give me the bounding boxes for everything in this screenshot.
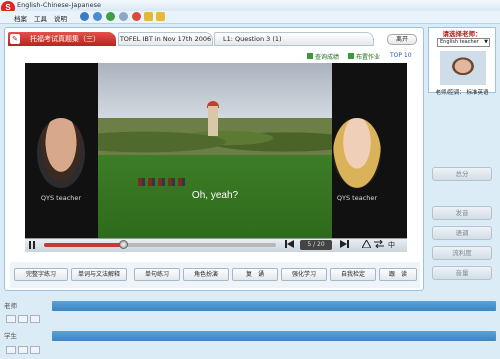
self-test-button[interactable]: 自我检定	[330, 268, 376, 281]
volume-button[interactable]: 音量	[432, 266, 492, 280]
teacher-row-label: 老师	[4, 302, 17, 310]
read-along-button[interactable]: 跟 读	[379, 268, 417, 281]
assignment-icon	[348, 53, 354, 59]
student-record-icon[interactable]	[6, 346, 16, 354]
query-score-link[interactable]: 查询成绩	[307, 52, 339, 61]
grades-icon	[307, 53, 313, 59]
refresh-icon[interactable]	[106, 12, 115, 21]
total-score-button[interactable]: 总分	[432, 167, 492, 181]
stop-icon[interactable]	[119, 12, 128, 21]
left-speaker-label: QYS teacher	[40, 194, 82, 202]
teacher-play-icon[interactable]	[6, 315, 16, 323]
pause-icon[interactable]	[28, 241, 36, 249]
tab-book[interactable]: 托福考试真题集（三）	[8, 32, 116, 46]
query-score-label: 查询成绩	[315, 54, 340, 61]
progress-fill	[44, 243, 123, 247]
role-play-button[interactable]: 角色扮演	[183, 268, 229, 281]
teacher-select[interactable]: English teacher ▼	[437, 38, 490, 47]
sentence-practice-button[interactable]: 单句练习	[134, 268, 180, 281]
student-stop-icon[interactable]	[18, 346, 28, 354]
segment-counter: 5 / 20	[300, 240, 332, 250]
prev-icon[interactable]	[285, 240, 294, 250]
book-icon: ✎	[10, 34, 20, 44]
menu-tools[interactable]: 工具	[34, 13, 47, 23]
video-frame	[98, 63, 332, 238]
menu-help[interactable]: 说明	[54, 13, 67, 23]
female-speaker-avatar	[333, 118, 381, 188]
teacher-caption: 老师/腔调： 标准英语	[435, 90, 489, 96]
window-title: English-Chinese-Japanese	[17, 1, 102, 9]
full-text-practice-button[interactable]: 完整字练习	[14, 268, 68, 281]
home-icon[interactable]	[93, 12, 102, 21]
student-play-icon[interactable]	[30, 346, 40, 354]
top10-link[interactable]: TOP 10	[390, 52, 412, 59]
teacher-waveform-bar	[52, 301, 496, 311]
right-speaker-label: QYS teacher	[336, 194, 378, 202]
repeat-button[interactable]: 复 诵	[232, 268, 278, 281]
folder-icon[interactable]	[144, 12, 153, 21]
teacher-pause-icon[interactable]	[18, 315, 28, 323]
tab-question[interactable]: L1: Question 3 (1)	[214, 32, 374, 46]
assignment-link[interactable]: 布置作业	[348, 52, 380, 61]
intonation-button[interactable]: 语调	[432, 226, 492, 240]
progress-knob[interactable]	[118, 240, 128, 249]
video-subtitle: Oh, yeah?	[191, 190, 239, 201]
teacher-panel-title: 请选择老师：	[442, 30, 482, 38]
favorite-icon[interactable]	[156, 12, 165, 21]
tab-test[interactable]: TOFEL IBT in Nov 17th 2006	[118, 32, 213, 46]
swap-icon[interactable]	[374, 239, 384, 250]
pronunciation-button[interactable]: 发音	[432, 206, 492, 220]
menu-bar	[0, 11, 500, 24]
font-size-icon[interactable]	[361, 238, 372, 250]
student-waveform-bar	[52, 331, 496, 341]
chinese-toggle-icon[interactable]: 中	[388, 240, 395, 250]
assignment-label: 布置作业	[356, 54, 381, 61]
chevron-down-icon: ▼	[484, 39, 488, 45]
leave-button[interactable]: 离开	[387, 34, 417, 45]
menu-file[interactable]: 档案	[14, 13, 27, 23]
intensive-study-button[interactable]: 强化学习	[281, 268, 327, 281]
teacher-replay-icon[interactable]	[30, 315, 40, 323]
next-icon[interactable]	[340, 240, 349, 250]
teacher-select-value: English teacher	[440, 39, 479, 45]
back-icon[interactable]	[80, 12, 89, 21]
word-grammar-button[interactable]: 单词与文法解释	[71, 268, 127, 281]
close-icon[interactable]	[132, 12, 141, 21]
fluency-button[interactable]: 流利度	[432, 246, 492, 260]
male-speaker-avatar	[37, 118, 85, 188]
teacher-photo	[440, 51, 486, 85]
student-row-label: 学生	[4, 332, 17, 340]
